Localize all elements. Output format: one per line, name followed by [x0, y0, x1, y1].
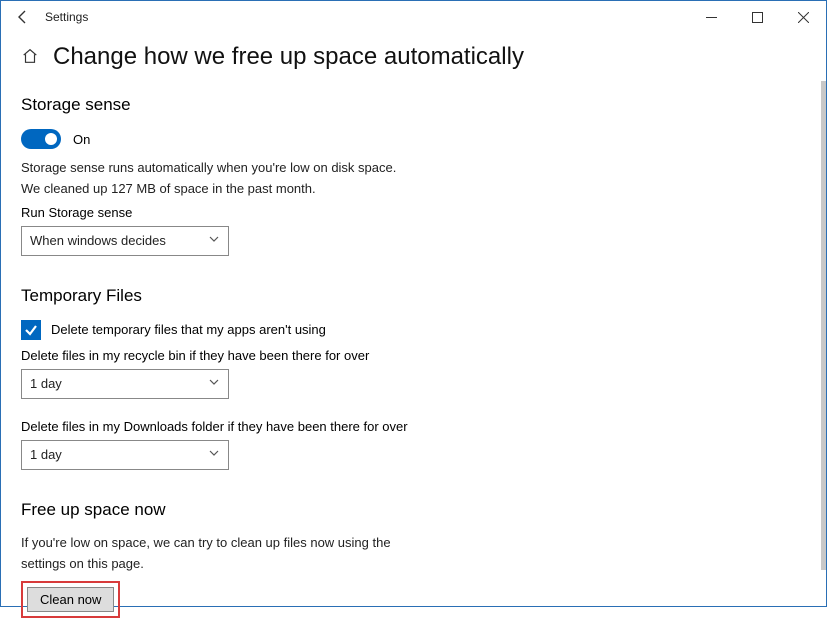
section-storage-sense: Storage sense On Storage sense runs auto… [21, 95, 806, 256]
page-title: Change how we free up space automaticall… [53, 43, 524, 71]
chevron-down-icon [208, 376, 220, 391]
clean-now-button[interactable]: Clean now [27, 587, 114, 612]
delete-temp-checkbox[interactable] [21, 320, 41, 340]
storage-sense-desc-1: Storage sense runs automatically when yo… [21, 159, 806, 178]
downloads-label: Delete files in my Downloads folder if t… [21, 419, 806, 434]
run-storage-sense-label: Run Storage sense [21, 205, 806, 220]
maximize-button[interactable] [734, 1, 780, 33]
free-up-desc-2: settings on this page. [21, 555, 806, 574]
storage-sense-heading: Storage sense [21, 95, 806, 115]
delete-temp-label: Delete temporary files that my apps aren… [51, 322, 326, 337]
titlebar: Settings [1, 1, 826, 33]
chevron-down-icon [208, 233, 220, 248]
free-up-heading: Free up space now [21, 500, 806, 520]
window-controls [688, 1, 826, 33]
run-storage-sense-value: When windows decides [30, 233, 166, 248]
storage-sense-desc-2: We cleaned up 127 MB of space in the pas… [21, 180, 806, 199]
storage-sense-toggle[interactable] [21, 129, 61, 149]
vertical-scrollbar[interactable] [821, 81, 826, 570]
recycle-bin-value: 1 day [30, 376, 62, 391]
free-up-desc-1: If you're low on space, we can try to cl… [21, 534, 806, 553]
run-storage-sense-select[interactable]: When windows decides [21, 226, 229, 256]
recycle-bin-select[interactable]: 1 day [21, 369, 229, 399]
section-temporary-files: Temporary Files Delete temporary files t… [21, 286, 806, 470]
downloads-value: 1 day [30, 447, 62, 462]
downloads-select[interactable]: 1 day [21, 440, 229, 470]
temporary-files-heading: Temporary Files [21, 286, 806, 306]
back-button[interactable] [9, 3, 37, 31]
section-free-up-space: Free up space now If you're low on space… [21, 500, 806, 619]
chevron-down-icon [208, 447, 220, 462]
storage-sense-toggle-label: On [73, 132, 90, 147]
recycle-bin-label: Delete files in my recycle bin if they h… [21, 348, 806, 363]
close-button[interactable] [780, 1, 826, 33]
clean-now-highlight: Clean now [21, 581, 120, 618]
home-icon[interactable] [21, 47, 39, 68]
minimize-button[interactable] [688, 1, 734, 33]
app-title: Settings [45, 10, 88, 24]
